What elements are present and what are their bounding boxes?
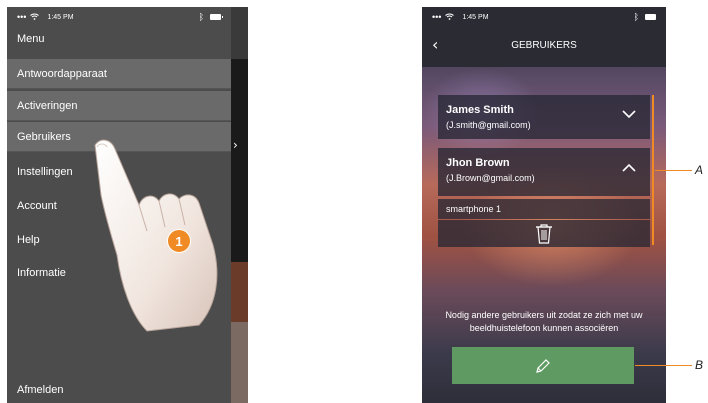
menu-item-label: Account bbox=[17, 200, 57, 212]
signal-icon: ••• bbox=[17, 12, 27, 22]
phone-users-screen: ••• 1:45 PM ᛒ ‹ GEBRUIKERS James Smith (… bbox=[422, 7, 666, 403]
menu-item-label: Gebruikers bbox=[17, 130, 71, 143]
signal-icon: ••• bbox=[432, 12, 442, 22]
callout-a-line bbox=[655, 170, 692, 171]
trash-icon bbox=[536, 223, 552, 244]
menu-title: Menu bbox=[17, 33, 45, 45]
battery-icon bbox=[210, 14, 223, 20]
status-bar: ••• 1:45 PM ᛒ bbox=[422, 7, 666, 27]
invite-text: Nodig andere gebruikers uit zodat ze zic… bbox=[422, 309, 666, 335]
status-time: 1:45 PM bbox=[47, 13, 74, 21]
bluetooth-icon: ᛒ bbox=[633, 12, 639, 22]
chevron-down-icon[interactable] bbox=[622, 108, 636, 123]
menu-item-label: Instellingen bbox=[17, 166, 73, 178]
user-card-jhon-brown[interactable]: Jhon Brown (J.Brown@gmail.com) bbox=[438, 148, 650, 196]
device-row: smartphone 1 bbox=[438, 199, 650, 219]
user-name: James Smith bbox=[446, 104, 514, 116]
page-title: GEBRUIKERS bbox=[511, 40, 577, 51]
invite-text-line-1: Nodig andere gebruikers uit zodat ze zic… bbox=[445, 310, 643, 320]
invite-text-line-2: beeldhuistelefoon kunnen associëren bbox=[469, 323, 619, 333]
chevron-up-icon[interactable] bbox=[622, 161, 636, 176]
step-number-badge: 1 bbox=[167, 229, 191, 253]
battery-icon bbox=[645, 14, 656, 20]
status-time: 1:45 PM bbox=[462, 13, 489, 21]
menu-item-label: Informatie bbox=[17, 267, 66, 279]
menu-item-label: Activeringen bbox=[17, 99, 78, 112]
user-email: (J.smith@gmail.com) bbox=[446, 120, 531, 130]
callout-b-line bbox=[635, 365, 692, 366]
delete-device-button[interactable] bbox=[438, 220, 650, 247]
wifi-icon bbox=[445, 13, 455, 22]
invite-user-button[interactable] bbox=[452, 347, 634, 384]
callout-b-label: B bbox=[695, 358, 704, 372]
scroll-indicator bbox=[652, 95, 654, 245]
phone-menu-screen: › ••• 1:45 PM ᛒ Menu Antwoordapparaat Ac… bbox=[7, 7, 248, 403]
logout-link[interactable]: Afmelden bbox=[17, 384, 63, 396]
figure-canvas: › ••• 1:45 PM ᛒ Menu Antwoordapparaat Ac… bbox=[0, 0, 708, 403]
pencil-icon bbox=[536, 358, 550, 373]
bluetooth-icon: ᛒ bbox=[198, 12, 204, 22]
menu-item-activeringen[interactable]: Activeringen bbox=[7, 91, 231, 121]
menu-item-label: Help bbox=[17, 234, 40, 246]
callout-a-label: A bbox=[695, 163, 704, 177]
menu-item-antwoordapparaat[interactable]: Antwoordapparaat bbox=[7, 59, 231, 89]
menu-item-label: Antwoordapparaat bbox=[17, 67, 107, 80]
wifi-icon bbox=[30, 13, 40, 22]
user-card-james-smith[interactable]: James Smith (J.smith@gmail.com) bbox=[438, 95, 650, 139]
user-name: Jhon Brown bbox=[446, 157, 510, 169]
user-email: (J.Brown@gmail.com) bbox=[446, 173, 535, 183]
status-bar: ••• 1:45 PM ᛒ bbox=[7, 7, 231, 27]
